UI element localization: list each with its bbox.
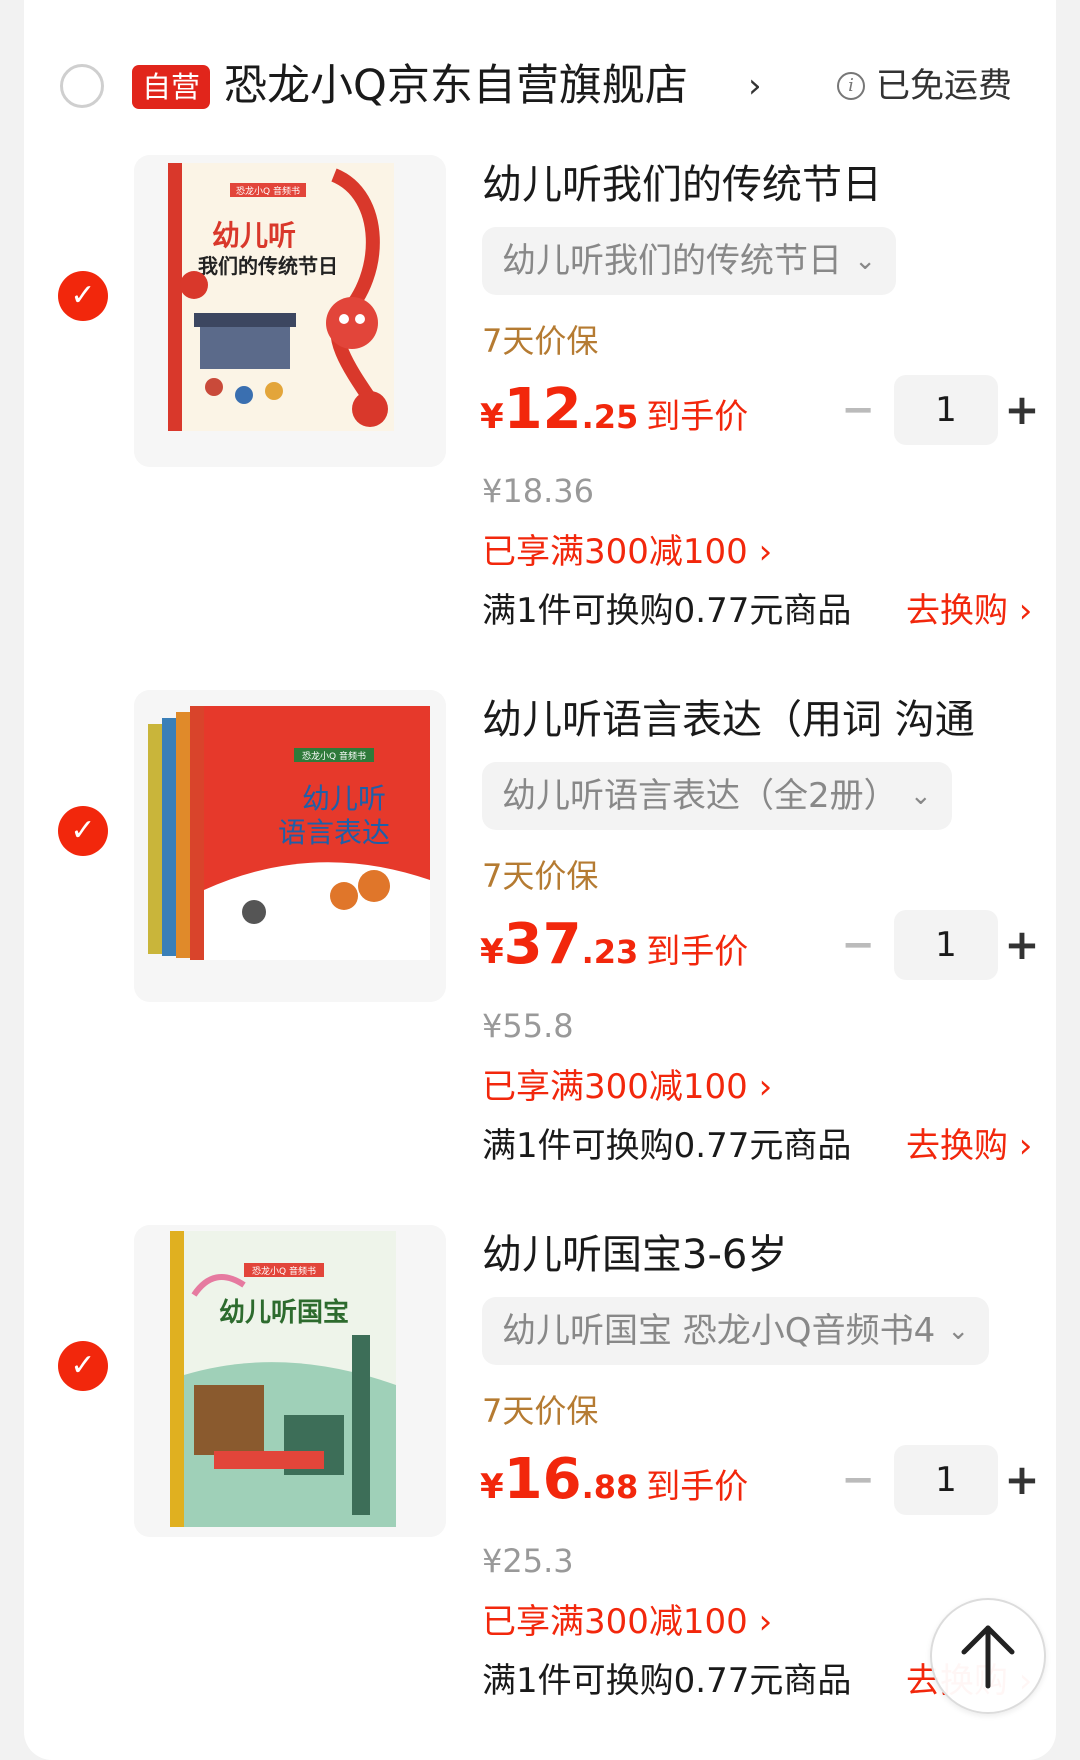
- decrease-button[interactable]: −: [838, 375, 878, 445]
- spec-selector[interactable]: 幼儿听语言表达（全2册） ⌄: [482, 762, 952, 830]
- swap-purchase-row: 满1件可换购0.77元商品 去换购 ›: [482, 1118, 1042, 1174]
- swap-purchase-text: 满1件可换购0.77元商品: [482, 591, 852, 631]
- shop-select-radio[interactable]: [60, 64, 104, 108]
- spec-selector[interactable]: 幼儿听我们的传统节日 ⌄: [482, 227, 896, 295]
- swap-purchase-text: 满1件可换购0.77元商品: [482, 1126, 852, 1166]
- cart-item: ✓ 恐龙小Q 音频书 幼儿听 语言表达 幼儿听语言表达（用词 沟通 幼儿听语言表…: [24, 690, 1056, 1190]
- increase-button[interactable]: +: [1002, 1445, 1042, 1515]
- swap-purchase-row: 满1件可换购0.77元商品 去换购 ›: [482, 583, 1042, 639]
- price-label: 到手价: [646, 932, 749, 972]
- self-operated-tag: 自营: [132, 65, 211, 109]
- item-selected-checkbox[interactable]: ✓: [58, 271, 108, 321]
- chevron-down-icon: ⌄: [854, 246, 876, 276]
- product-title[interactable]: 幼儿听国宝3-6岁: [482, 1225, 1042, 1285]
- swap-purchase-link[interactable]: 去换购 ›: [906, 1118, 1032, 1174]
- quantity-input[interactable]: 1: [894, 1445, 998, 1515]
- original-price: ¥25.3: [482, 1542, 574, 1580]
- item-selected-checkbox[interactable]: ✓: [58, 806, 108, 856]
- price-guarantee: 7天价保: [482, 322, 599, 360]
- arrow-up-icon: [961, 1625, 1015, 1689]
- decrease-button[interactable]: −: [838, 910, 878, 980]
- quantity-input[interactable]: 1: [894, 375, 998, 445]
- cover-brand: 恐龙小Q 音频书: [236, 185, 300, 197]
- quantity-input[interactable]: 1: [894, 910, 998, 980]
- original-price: ¥18.36: [482, 472, 594, 510]
- swap-purchase-link[interactable]: 去换购 ›: [906, 583, 1032, 639]
- quantity-stepper: − 1 +: [838, 1445, 1040, 1515]
- book-cover-image: 恐龙小Q 音频书 幼儿听 我们的传统节日: [134, 155, 446, 467]
- cover-title-line2: 我们的传统节日: [198, 254, 338, 278]
- quantity-stepper: − 1 +: [838, 910, 1040, 980]
- price-integer: 12: [503, 377, 582, 442]
- price-integer: 37: [503, 912, 582, 977]
- book-cover-image: 恐龙小Q 音频书 幼儿听国宝: [134, 1225, 446, 1537]
- item-selected-checkbox[interactable]: ✓: [58, 1341, 108, 1391]
- discount-promo-link[interactable]: 已享满300减100 ›: [482, 1062, 772, 1112]
- price-guarantee: 7天价保: [482, 857, 599, 895]
- spec-selector[interactable]: 幼儿听国宝 恐龙小Q音频书4 ⌄: [482, 1297, 990, 1365]
- final-price: ¥16.88 到手价: [480, 1447, 748, 1527]
- original-price: ¥55.8: [482, 1007, 574, 1045]
- product-thumbnail[interactable]: 恐龙小Q 音频书 幼儿听 我们的传统节日: [134, 155, 446, 467]
- product-title[interactable]: 幼儿听语言表达（用词 沟通: [482, 690, 1042, 750]
- chevron-right-icon[interactable]: ›: [748, 58, 762, 114]
- info-icon[interactable]: i: [837, 72, 865, 100]
- product-thumbnail[interactable]: 恐龙小Q 音频书 幼儿听国宝: [134, 1225, 446, 1537]
- cart-item: ✓ 恐龙小Q 音频书 幼儿听国宝 幼儿听国宝3-6岁 幼儿听国宝 恐龙小Q音频书…: [24, 1225, 1056, 1725]
- price-decimal: .88: [581, 1468, 639, 1506]
- quantity-stepper: − 1 +: [838, 375, 1040, 445]
- final-price: ¥12.25 到手价: [480, 377, 748, 457]
- cover-brand: 恐龙小Q 音频书: [252, 1265, 316, 1277]
- cover-title-line2: 语言表达: [278, 816, 390, 849]
- price-decimal: .25: [581, 398, 639, 436]
- price-decimal: .23: [581, 933, 639, 971]
- shipping-status: 已免运费: [876, 66, 1012, 106]
- discount-promo-link[interactable]: 已享满300减100 ›: [482, 1597, 772, 1647]
- shop-name-link[interactable]: 恐龙小Q京东自营旗舰店: [224, 56, 688, 116]
- chevron-down-icon: ⌄: [909, 781, 932, 811]
- increase-button[interactable]: +: [1002, 375, 1042, 445]
- price-integer: 16: [503, 1447, 582, 1512]
- cover-title-line1: 幼儿听国宝: [219, 1297, 349, 1328]
- price-label: 到手价: [646, 397, 749, 437]
- cover-title-line1: 幼儿听: [302, 782, 386, 815]
- scroll-to-top-button[interactable]: [930, 1598, 1046, 1714]
- cover-brand: 恐龙小Q 音频书: [302, 750, 366, 762]
- price-symbol: ¥: [480, 397, 504, 437]
- cart-item: ✓ 恐龙小Q 音频书 幼儿听 我们的传统节日 幼儿听我们的传统节日 幼儿听我们的…: [24, 155, 1056, 655]
- price-symbol: ¥: [480, 932, 504, 972]
- product-title[interactable]: 幼儿听我们的传统节日: [482, 155, 1042, 215]
- discount-promo-link[interactable]: 已享满300减100 ›: [482, 527, 772, 577]
- final-price: ¥37.23 到手价: [480, 912, 748, 992]
- spec-label: 幼儿听语言表达（全2册）: [502, 776, 898, 816]
- spec-label: 幼儿听国宝 恐龙小Q音频书4: [502, 1311, 936, 1351]
- spec-label: 幼儿听我们的传统节日: [502, 241, 842, 281]
- price-symbol: ¥: [480, 1467, 504, 1507]
- book-cover-image: 恐龙小Q 音频书 幼儿听 语言表达: [134, 690, 446, 1002]
- price-guarantee: 7天价保: [482, 1392, 599, 1430]
- decrease-button[interactable]: −: [838, 1445, 878, 1515]
- chevron-down-icon: ⌄: [947, 1316, 970, 1346]
- shop-header: 自营 恐龙小Q京东自营旗舰店 › i 已免运费: [24, 50, 1056, 126]
- swap-purchase-text: 满1件可换购0.77元商品: [482, 1661, 852, 1701]
- price-label: 到手价: [646, 1467, 749, 1507]
- shop-cart-card: 自营 恐龙小Q京东自营旗舰店 › i 已免运费 ✓ 恐龙小Q 音频书 幼儿听 我…: [24, 0, 1056, 1760]
- increase-button[interactable]: +: [1002, 910, 1042, 980]
- product-thumbnail[interactable]: 恐龙小Q 音频书 幼儿听 语言表达: [134, 690, 446, 1002]
- cover-title-line1: 幼儿听: [212, 219, 296, 252]
